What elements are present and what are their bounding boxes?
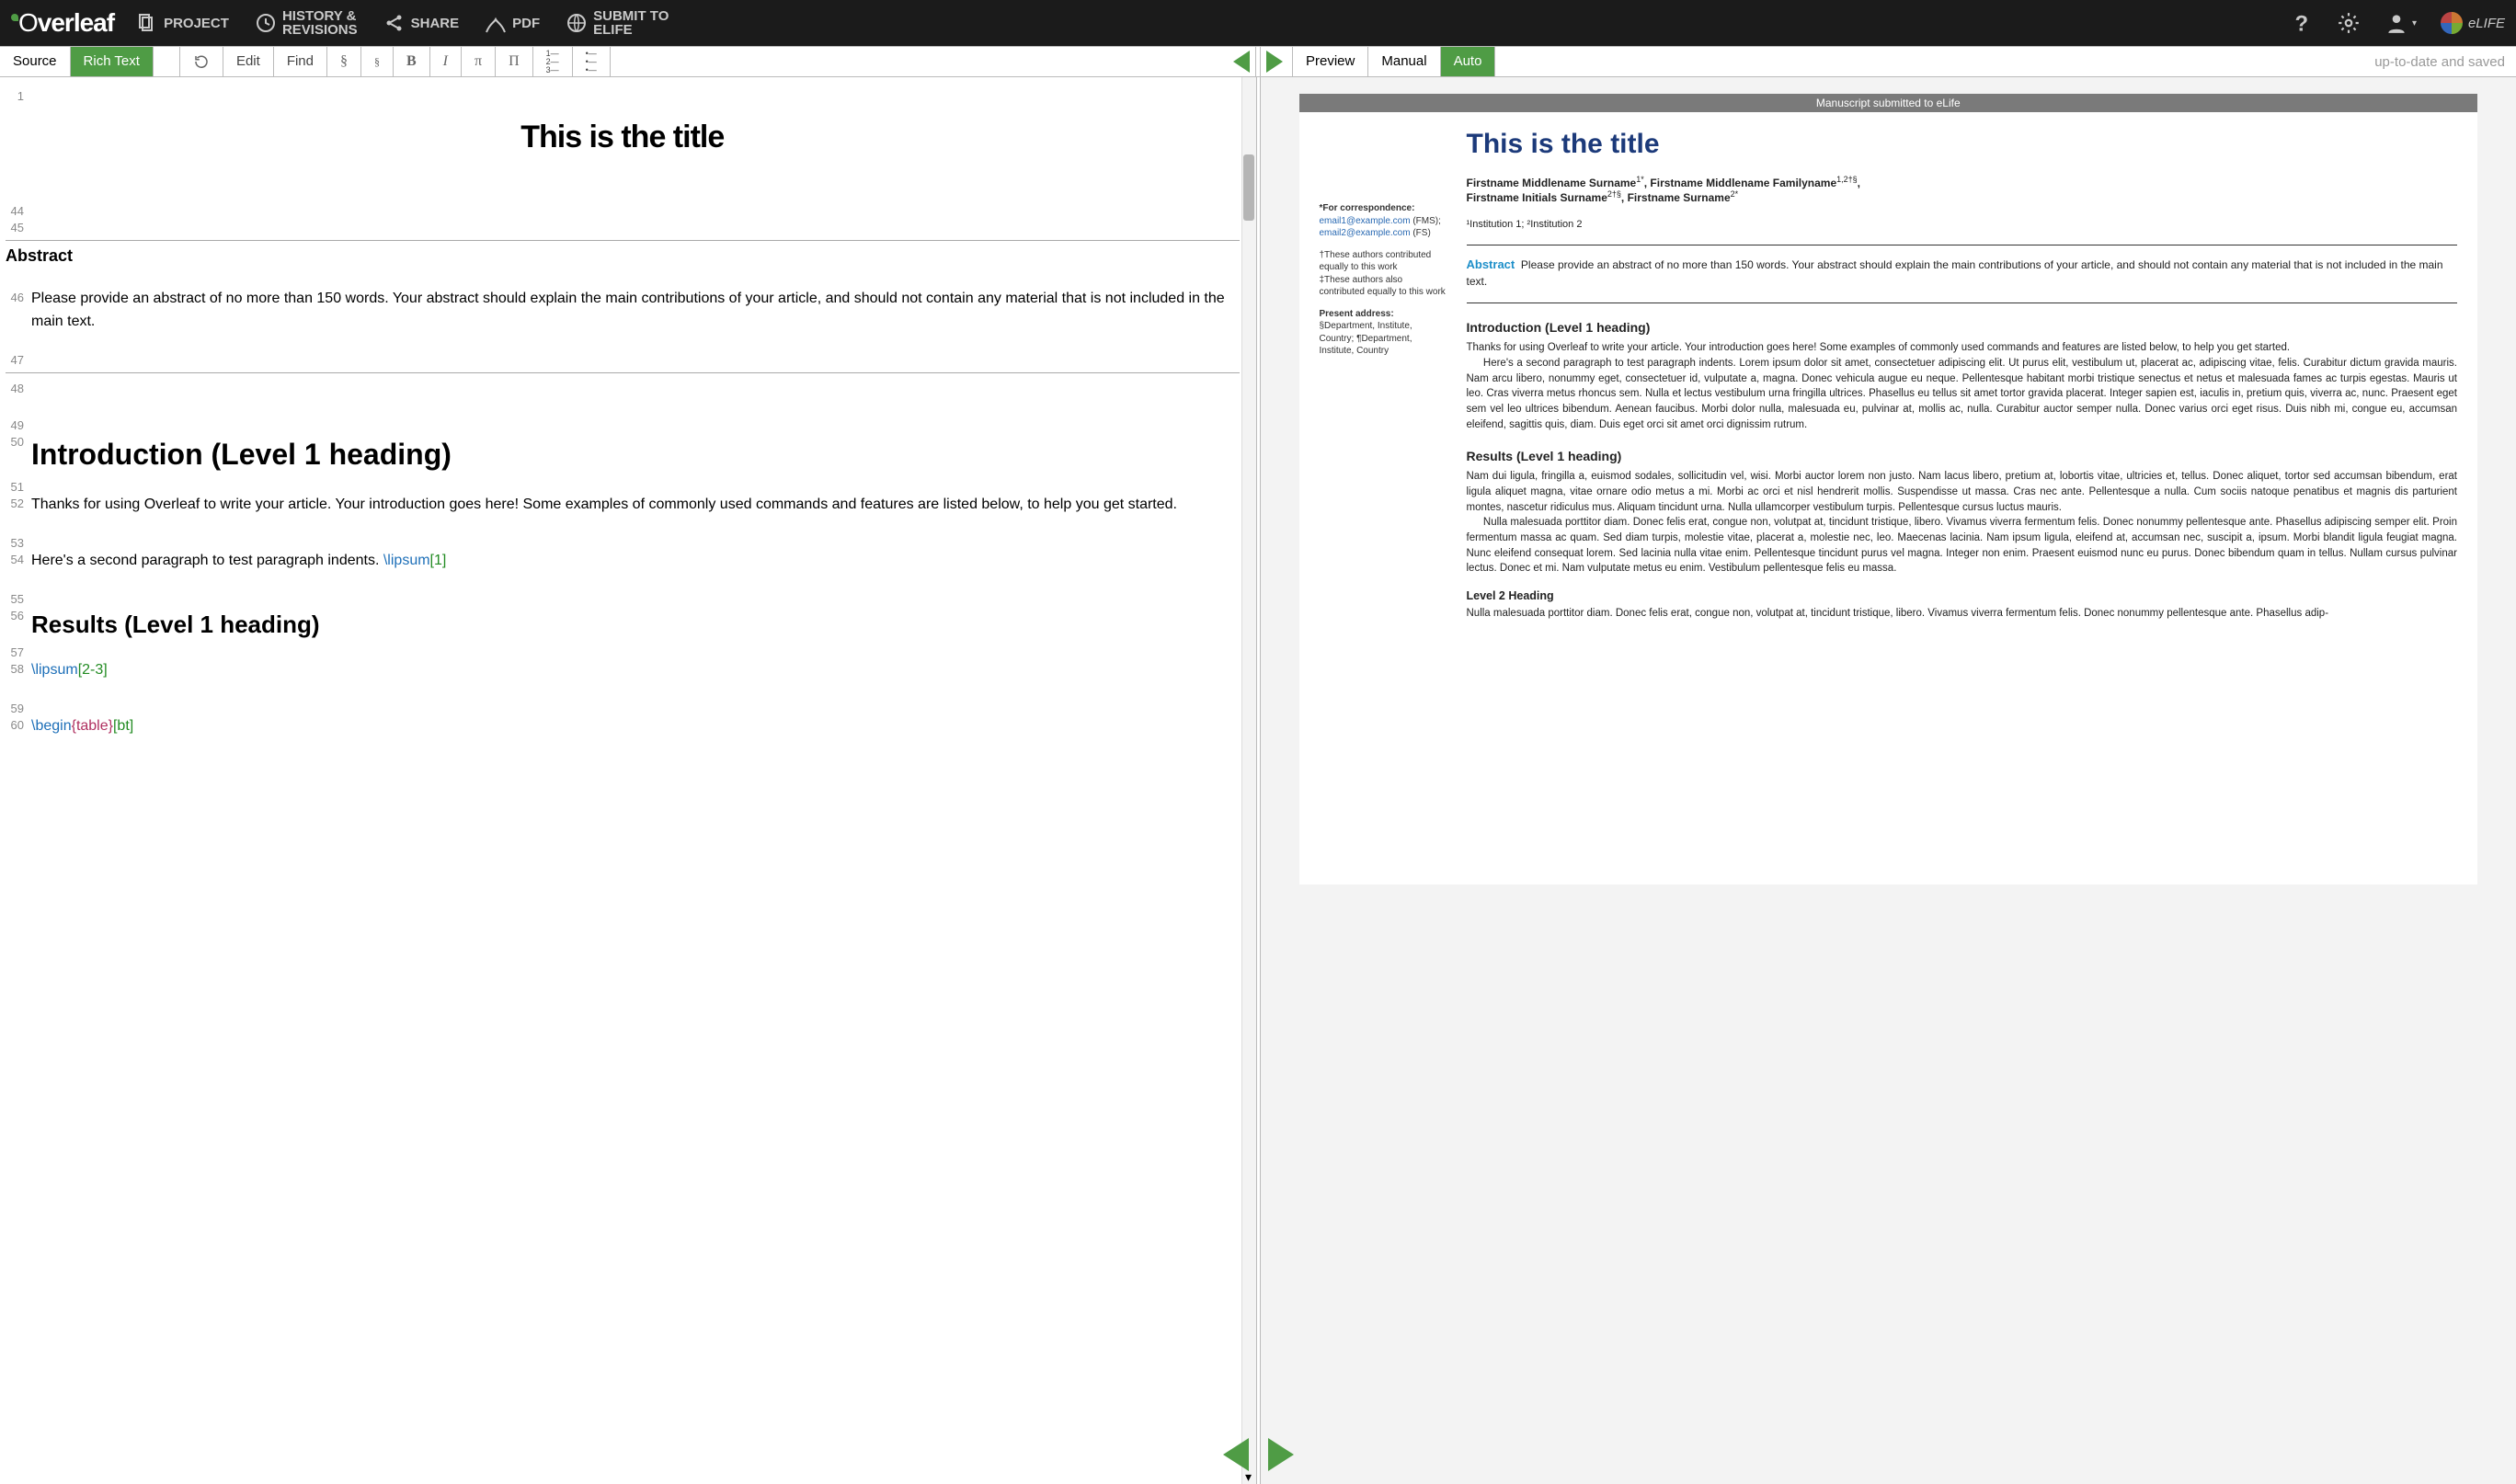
line-number: 55: [6, 589, 31, 606]
line-number: 59: [6, 699, 31, 715]
preview-l2-h: Level 2 Heading: [1467, 589, 2458, 602]
elife-badge[interactable]: eLIFE: [2441, 12, 2505, 34]
begin-table[interactable]: \begin{table}[bt]: [31, 715, 1240, 738]
nav-pdf[interactable]: PDF: [485, 12, 540, 34]
files-icon: [136, 12, 158, 34]
preview-results-h: Results (Level 1 heading): [1467, 449, 2458, 463]
history-button[interactable]: [180, 47, 223, 76]
line-number: 58: [6, 659, 31, 676]
editor-pane: 1 This is the title 44 45 Abstract 46 Pl…: [0, 77, 1256, 1484]
logo[interactable]: Overleaf: [11, 8, 114, 38]
preview-authors: Firstname Middlename Surname1*, Firstnam…: [1467, 175, 2458, 204]
para2[interactable]: Here's a second paragraph to test paragr…: [31, 550, 1240, 573]
line-number: 52: [6, 494, 31, 510]
doc-title[interactable]: This is the title: [6, 120, 1240, 155]
bullet-list-button[interactable]: •—•—•—: [573, 47, 611, 76]
find-button[interactable]: Find: [274, 47, 327, 76]
preview-abstract: Abstract Please provide an abstract of n…: [1467, 257, 2458, 290]
tab-richtext[interactable]: Rich Text: [71, 47, 154, 76]
scroll-thumb[interactable]: [1243, 154, 1254, 221]
edit-menu[interactable]: Edit: [223, 47, 274, 76]
line-number: 47: [6, 350, 31, 367]
italic-button[interactable]: I: [430, 47, 462, 76]
line-number: 46: [6, 288, 31, 304]
editor-body[interactable]: 1 This is the title 44 45 Abstract 46 Pl…: [0, 77, 1256, 1484]
preview-intro-p1: Thanks for using Overleaf to write your …: [1467, 340, 2458, 356]
intro-heading[interactable]: Introduction (Level 1 heading): [31, 432, 1240, 478]
preview-results-p1: Nam dui ligula, fringilla a, euismod sod…: [1467, 469, 2458, 515]
nav-history[interactable]: HISTORY &REVISIONS: [255, 9, 358, 37]
user-icon: [2384, 11, 2408, 35]
tab-preview[interactable]: Preview: [1292, 47, 1368, 76]
page-main: This is the title Firstname Middlename S…: [1467, 129, 2458, 622]
page-banner: Manuscript submitted to eLife: [1299, 94, 2478, 112]
numbered-list-button[interactable]: 1—2—3—: [533, 47, 573, 76]
line-number: 53: [6, 533, 31, 550]
toolbar-right: Preview Manual Auto up-to-date and saved: [1261, 47, 2516, 76]
page-sidebar: *For correspondence: email1@example.com …: [1320, 129, 1448, 622]
subsection-button[interactable]: §: [361, 47, 394, 76]
preview-intro-h: Introduction (Level 1 heading): [1467, 320, 2458, 335]
line-number: 1: [6, 86, 31, 103]
line-number: 51: [6, 477, 31, 494]
tab-source[interactable]: Source: [0, 47, 71, 76]
collapse-preview-arrow[interactable]: [1266, 51, 1283, 73]
preview-title: This is the title: [1467, 129, 2458, 160]
help-icon[interactable]: ?: [2289, 11, 2313, 35]
line-number: 45: [6, 218, 31, 234]
lipsum-cmd[interactable]: \lipsum[2-3]: [31, 659, 1240, 682]
line-number: 48: [6, 379, 31, 395]
corr-email-2[interactable]: email2@example.com: [1320, 228, 1411, 238]
section-button[interactable]: §: [327, 47, 361, 76]
hr: [6, 240, 1240, 241]
tab-manual[interactable]: Manual: [1368, 47, 1440, 76]
line-number: 56: [6, 606, 31, 622]
display-math-button[interactable]: Π: [496, 47, 533, 76]
svg-text:?: ?: [2294, 12, 2308, 35]
corr-email-1[interactable]: email1@example.com: [1320, 216, 1411, 226]
bold-button[interactable]: B: [394, 47, 430, 76]
line-number: 50: [6, 432, 31, 449]
toolbar-left: Source Rich Text + Edit Find § § B I π Π…: [0, 47, 1255, 76]
nav-share[interactable]: SHARE: [383, 12, 460, 34]
globe-icon: [566, 12, 588, 34]
intro-para[interactable]: Thanks for using Overleaf to write your …: [31, 494, 1240, 517]
inline-math-button[interactable]: π: [462, 47, 496, 76]
line-number: 44: [6, 201, 31, 218]
toolbar: Source Rich Text + Edit Find § § B I π Π…: [0, 46, 2516, 77]
results-heading[interactable]: Results (Level 1 heading): [31, 606, 1240, 643]
pdf-icon: [485, 12, 507, 34]
top-nav: Overleaf PROJECT HISTORY &REVISIONS SHAR…: [0, 0, 2516, 46]
history-icon: [255, 12, 277, 34]
tab-auto[interactable]: Auto: [1441, 47, 1496, 76]
share-icon: [383, 12, 406, 34]
editor-scrollbar[interactable]: ▾: [1241, 77, 1256, 1484]
line-number: 54: [6, 550, 31, 566]
preview-l2-p: Nulla malesuada porttitor diam. Donec fe…: [1467, 606, 2458, 622]
preview-page: Manuscript submitted to eLife *For corre…: [1299, 94, 2478, 885]
save-status: up-to-date and saved: [2374, 54, 2505, 70]
nav-submit[interactable]: SUBMIT TOELIFE: [566, 9, 669, 37]
collapse-editor-arrow[interactable]: [1233, 51, 1250, 73]
preview-intro-p2: Here's a second paragraph to test paragr…: [1467, 356, 2458, 432]
nav-project[interactable]: PROJECT: [136, 12, 229, 34]
preview-affiliations: ¹Institution 1; ²Institution 2: [1467, 219, 2458, 230]
pane-toggle-right[interactable]: [1268, 1438, 1294, 1471]
scroll-down-icon[interactable]: ▾: [1241, 1469, 1256, 1484]
abstract-heading[interactable]: Abstract: [6, 246, 1240, 266]
pane-toggle-left[interactable]: [1223, 1438, 1249, 1471]
preview-pane: Manuscript submitted to eLife *For corre…: [1261, 77, 2516, 1484]
elife-icon: [2441, 12, 2463, 34]
preview-results-p2: Nulla malesuada porttitor diam. Donec fe…: [1467, 515, 2458, 576]
preview-scroll[interactable]: Manuscript submitted to eLife *For corre…: [1261, 77, 2516, 1484]
settings-icon[interactable]: [2337, 11, 2361, 35]
line-number: 60: [6, 715, 31, 732]
comment-button[interactable]: +: [154, 47, 180, 76]
line-number: 49: [6, 416, 31, 432]
line-number: 57: [6, 643, 31, 659]
hr: [6, 372, 1240, 373]
main-split: 1 This is the title 44 45 Abstract 46 Pl…: [0, 77, 2516, 1484]
account-menu[interactable]: ▾: [2384, 11, 2417, 35]
abstract-text[interactable]: Please provide an abstract of no more th…: [31, 288, 1240, 334]
